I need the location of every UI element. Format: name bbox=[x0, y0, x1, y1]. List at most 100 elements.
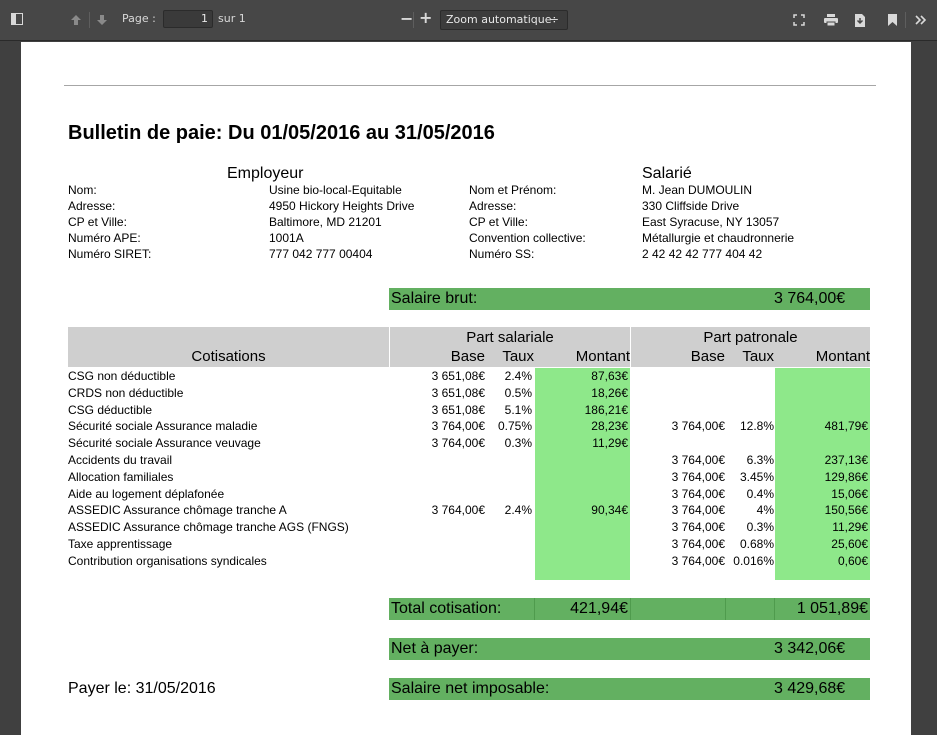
header-rule bbox=[64, 85, 876, 86]
cotisation-name: CRDS non déductible bbox=[68, 385, 184, 400]
patronal-base: 3 764,00€ bbox=[671, 469, 725, 484]
salaire-brut-value: 3 764,00€ bbox=[774, 290, 846, 307]
employer-label: Nom: bbox=[68, 183, 97, 197]
employee-value: Métallurgie et chaudronnerie bbox=[642, 231, 795, 245]
total-cotisation-label: Total cotisation: bbox=[391, 600, 502, 617]
zoom-in-button[interactable]: + bbox=[419, 8, 432, 27]
patronal-base: 3 764,00€ bbox=[671, 486, 725, 501]
employer-value: 777 042 777 00404 bbox=[269, 247, 373, 261]
patronal-taux: 0.016% bbox=[733, 553, 774, 568]
cotisation-name: CSG non déductible bbox=[68, 369, 176, 383]
salarial-montant: 11,29€ bbox=[592, 436, 628, 451]
patronal-montant: 0,60€ bbox=[837, 553, 868, 568]
employee-value: M. Jean DUMOULIN bbox=[642, 183, 753, 197]
col-base-salarial: Base bbox=[450, 348, 485, 365]
patronal-base: 3 764,00€ bbox=[671, 553, 725, 568]
salarial-base: 3 764,00€ bbox=[431, 419, 485, 434]
zoom-select-value: Zoom automatique bbox=[446, 13, 552, 26]
payer-le: Payer le: 31/05/2016 bbox=[68, 680, 216, 697]
page-label: Page : bbox=[122, 12, 156, 25]
employee-value: 330 Cliffside Drive bbox=[642, 199, 740, 213]
total-patronal-value: 1 051,89€ bbox=[796, 600, 868, 617]
patronal-montant: 15,06€ bbox=[831, 486, 868, 501]
salaire-brut-label: Salaire brut: bbox=[391, 290, 478, 307]
salarial-taux: 0.75% bbox=[497, 419, 532, 434]
cotisation-name: Contribution organisations syndicales bbox=[68, 553, 267, 568]
page-number-input[interactable]: 1 bbox=[163, 10, 213, 28]
part-salariale-header: Part salariale bbox=[466, 329, 554, 346]
patronal-base: 3 764,00€ bbox=[671, 419, 725, 434]
salarial-montant: 87,63€ bbox=[591, 369, 628, 383]
col-taux-patronal: Taux bbox=[742, 348, 774, 365]
patronal-taux: 4% bbox=[756, 503, 774, 518]
patronal-montant: 129,86€ bbox=[824, 469, 868, 484]
col-montant-patronal: Montant bbox=[815, 348, 870, 365]
print-icon[interactable] bbox=[823, 12, 839, 28]
employee-label: Adresse: bbox=[469, 199, 517, 213]
patronal-montant: 237,13€ bbox=[824, 453, 868, 467]
patronal-montant: 11,29€ bbox=[832, 520, 868, 535]
zoom-select[interactable]: Zoom automatique ÷ bbox=[440, 10, 568, 30]
salarial-taux: 2.4% bbox=[504, 369, 532, 383]
employee-value: 2 42 42 42 777 404 42 bbox=[642, 247, 763, 261]
patronal-base: 3 764,00€ bbox=[671, 503, 725, 518]
total-divider bbox=[630, 598, 631, 620]
bookmark-icon[interactable] bbox=[884, 12, 900, 28]
net-a-payer-value: 3 342,06€ bbox=[774, 640, 846, 657]
salaire-net-imposable-label: Salaire net imposable: bbox=[391, 680, 550, 697]
col-montant-salarial: Montant bbox=[575, 348, 630, 365]
col-taux-salarial: Taux bbox=[502, 348, 534, 365]
cotisation-name: ASSEDIC Assurance chômage tranche A bbox=[68, 503, 287, 518]
employer-label: Numéro SIRET: bbox=[68, 247, 152, 261]
cotisation-name: Sécurité sociale Assurance veuvage bbox=[68, 436, 261, 451]
salaire-net-imposable-value: 3 429,68€ bbox=[774, 680, 846, 697]
patronal-base: 3 764,00€ bbox=[671, 537, 725, 551]
employer-value: 4950 Hickory Heights Drive bbox=[269, 199, 415, 213]
cotisation-name: Aide au logement déplafonée bbox=[68, 486, 225, 501]
next-page-icon[interactable] bbox=[94, 12, 110, 28]
cotisation-name: Sécurité sociale Assurance maladie bbox=[68, 419, 258, 434]
salarial-montant: 90,34€ bbox=[591, 503, 628, 518]
zoom-select-arrow: ÷ bbox=[549, 13, 559, 26]
patronal-montant: 25,60€ bbox=[831, 537, 868, 551]
salarial-taux: 2.4% bbox=[504, 503, 532, 518]
part-patronale-header: Part patronale bbox=[703, 329, 798, 346]
salarial-montant: 18,26€ bbox=[591, 385, 628, 400]
salarial-base: 3 764,00€ bbox=[431, 436, 485, 451]
patronal-base: 3 764,00€ bbox=[671, 453, 725, 467]
cotisations-header: Cotisations bbox=[191, 348, 266, 365]
employee-label: Convention collective: bbox=[469, 231, 586, 245]
salarial-base: 3 764,00€ bbox=[431, 503, 485, 518]
payslip-title: Bulletin de paie: Du 01/05/2016 au 31/05… bbox=[68, 122, 495, 144]
download-icon[interactable] bbox=[852, 12, 868, 28]
sidebar-toggle-icon[interactable] bbox=[10, 12, 24, 26]
previous-page-icon[interactable] bbox=[68, 12, 84, 28]
fullscreen-icon[interactable] bbox=[791, 12, 807, 28]
zoom-out-button[interactable]: − bbox=[400, 9, 413, 28]
salarial-taux: 0.3% bbox=[504, 436, 532, 451]
employee-heading: Salarié bbox=[642, 165, 692, 182]
employer-heading: Employeur bbox=[227, 165, 304, 182]
salarial-base: 3 651,08€ bbox=[431, 369, 485, 383]
more-tools-icon[interactable] bbox=[913, 12, 929, 28]
patronal-taux: 0.68% bbox=[739, 537, 774, 551]
employee-value: East Syracuse, NY 13057 bbox=[642, 215, 780, 229]
cotisation-name: Allocation familiales bbox=[68, 469, 174, 484]
total-divider bbox=[725, 598, 726, 620]
patronal-taux: 3.45% bbox=[739, 469, 774, 484]
salarial-base: 3 651,08€ bbox=[431, 402, 485, 417]
patronal-montant: 481,79€ bbox=[824, 419, 868, 434]
patronal-base: 3 764,00€ bbox=[671, 520, 725, 535]
employer-value: Usine bio-local-Equitable bbox=[269, 183, 402, 197]
patronal-taux: 6.3% bbox=[746, 453, 774, 467]
employer-value: Baltimore, MD 21201 bbox=[269, 215, 382, 229]
patronal-montant: 150,56€ bbox=[824, 503, 868, 518]
cotisation-name: Taxe apprentissage bbox=[68, 537, 173, 551]
employee-label: Numéro SS: bbox=[469, 247, 535, 261]
salarial-base: 3 651,08€ bbox=[431, 385, 485, 400]
cotisation-name: Accidents du travail bbox=[68, 453, 173, 467]
employee-label: CP et Ville: bbox=[469, 215, 528, 229]
salarial-montant: 28,23€ bbox=[591, 419, 628, 434]
employer-label: Adresse: bbox=[68, 199, 116, 213]
patronal-taux: 0.3% bbox=[746, 520, 774, 535]
